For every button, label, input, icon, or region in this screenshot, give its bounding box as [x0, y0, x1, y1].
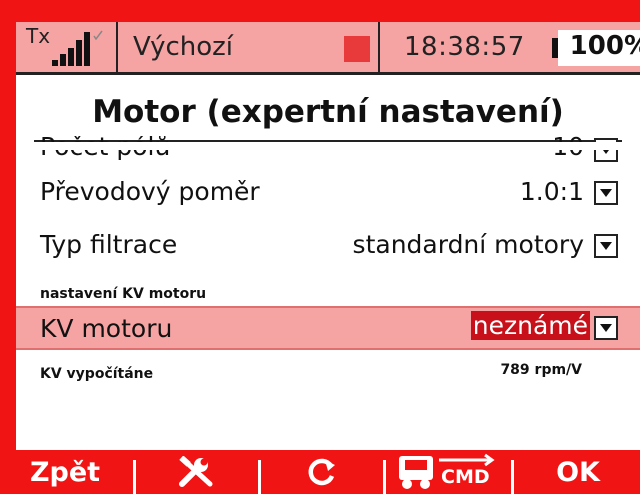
recording-indicator-icon	[344, 36, 370, 62]
softkey-bar: Zpět CMD OK	[0, 450, 640, 494]
page-title: Motor (expertní nastavení)	[92, 94, 564, 130]
transmitter-screen: Tx Výchozí 18:38:57 100% Motor (expertní…	[0, 0, 640, 494]
cmd-button[interactable]: CMD	[386, 450, 508, 494]
row-value: standardní motory	[352, 230, 584, 259]
cmd-label: CMD	[441, 466, 490, 488]
frame-top	[0, 0, 640, 22]
back-label: Zpět	[29, 456, 101, 488]
status-separator	[116, 22, 118, 72]
menu-row-gear-ratio[interactable]: Převodový poměr 1.0:1	[16, 169, 640, 219]
row-label: Převodový poměr	[40, 177, 260, 206]
wrench-screwdriver-icon	[176, 456, 216, 488]
battery-percentage: 100%	[569, 31, 640, 61]
ok-label: OK	[556, 456, 600, 488]
row-value: 1.0:1	[519, 177, 584, 206]
battery-icon: 100%	[558, 30, 640, 66]
menu-row-pole-count[interactable]: Počet pólů 10	[16, 136, 640, 164]
row-value-selected[interactable]: neznámé	[470, 311, 590, 340]
signal-strength-icon	[50, 30, 106, 68]
tx-label: Tx	[26, 24, 51, 48]
section-heading-kv: nastavení KV motoru	[40, 286, 207, 302]
refresh-icon	[305, 456, 339, 488]
ok-button[interactable]: OK	[516, 450, 640, 494]
dropdown-arrow-icon[interactable]	[594, 181, 618, 205]
softkey-separator	[258, 460, 261, 494]
kv-calculated-value: 789 rpm/V	[500, 362, 582, 378]
status-bar: Tx Výchozí 18:38:57 100%	[16, 22, 640, 75]
profile-name[interactable]: Výchozí	[133, 32, 233, 62]
dropdown-arrow-icon[interactable]	[594, 234, 618, 258]
softkey-separator	[511, 460, 514, 494]
row-label: Typ filtrace	[40, 230, 178, 259]
softkey-separator	[133, 460, 136, 494]
menu-row-filter-type[interactable]: Typ filtrace standardní motory	[16, 222, 640, 272]
frame-left	[0, 0, 16, 494]
back-button[interactable]: Zpět	[0, 450, 130, 494]
dropdown-arrow-icon[interactable]	[594, 316, 618, 340]
row-label: KV motoru	[40, 314, 173, 343]
menu-row-kv-motor[interactable]: KV motoru neznámé	[16, 306, 640, 350]
car-cmd-icon: CMD	[395, 452, 499, 492]
tools-button[interactable]	[137, 450, 255, 494]
clip-mask	[16, 142, 640, 150]
kv-calculated-label: KV vypočítáne	[40, 366, 154, 382]
status-separator	[378, 22, 380, 72]
clock: 18:38:57	[404, 32, 525, 62]
refresh-button[interactable]	[262, 450, 382, 494]
